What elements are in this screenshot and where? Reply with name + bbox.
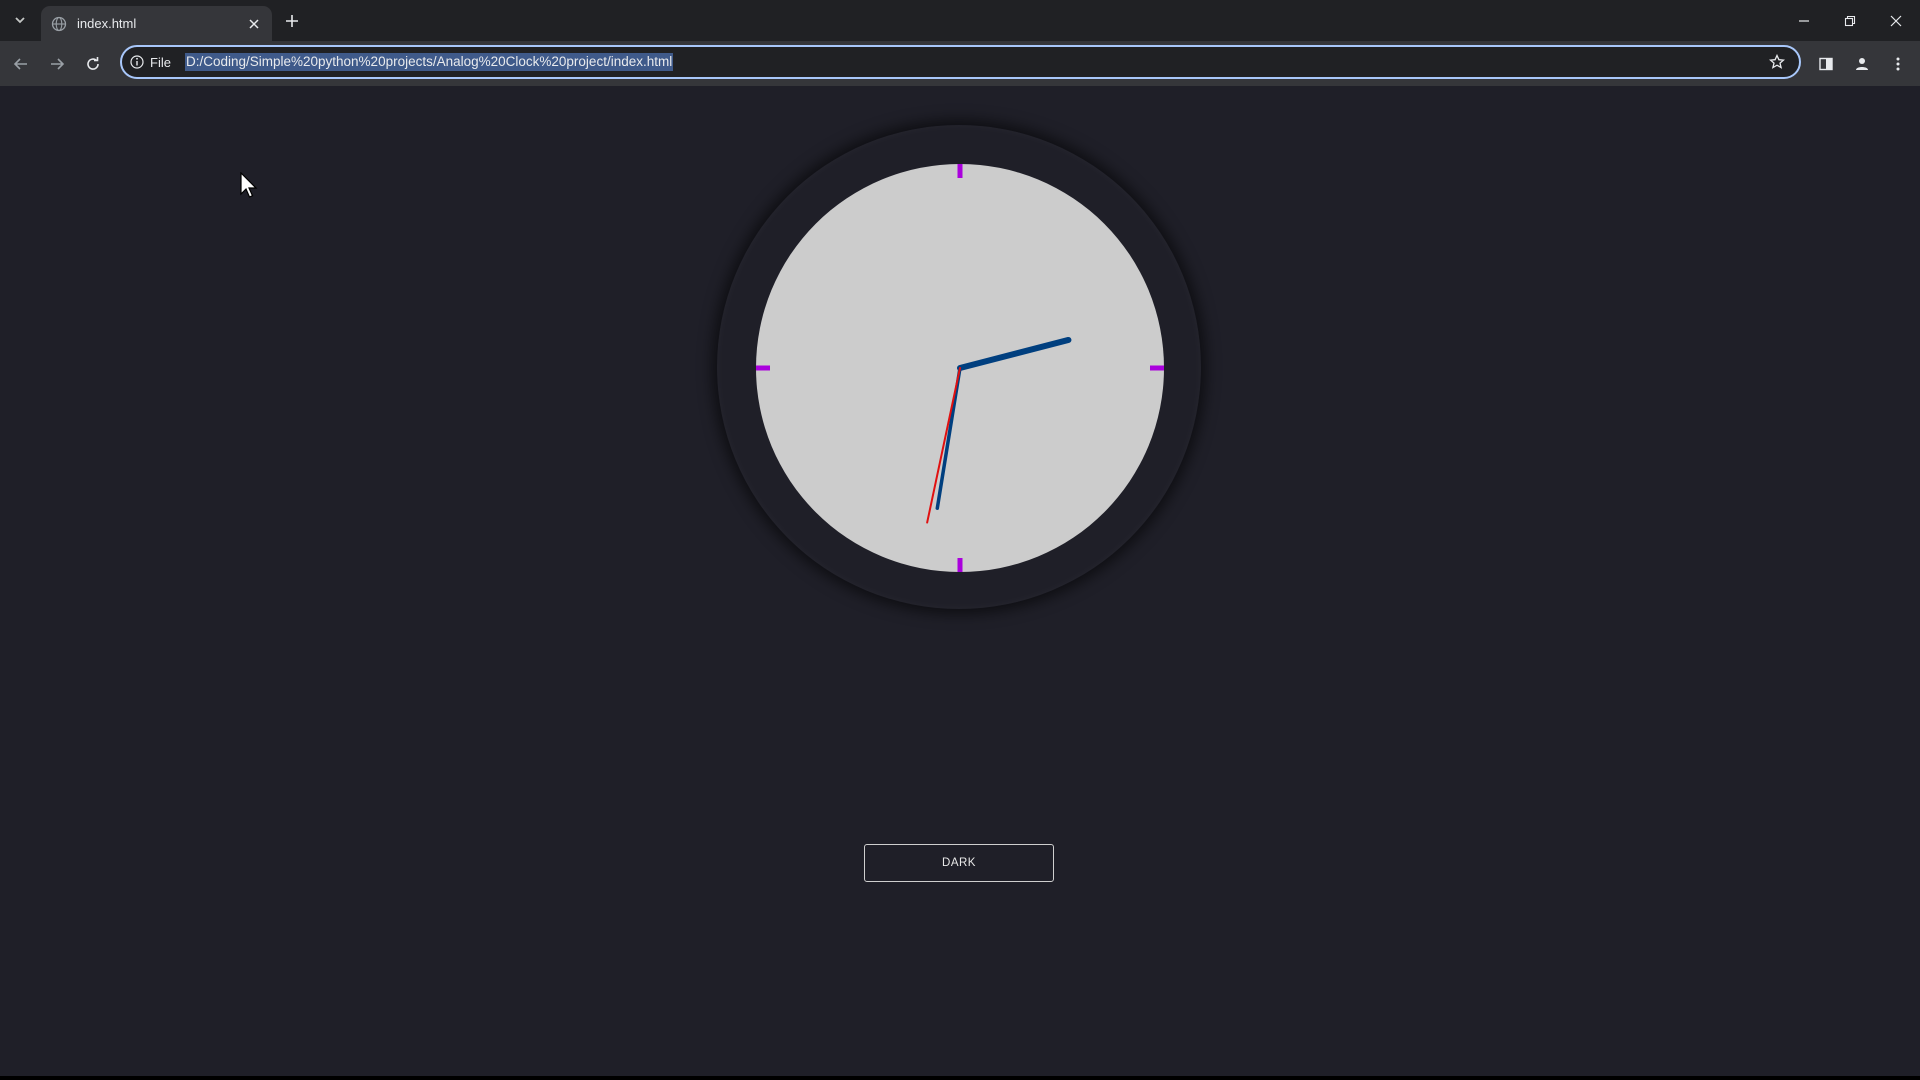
reload-icon <box>87 57 99 70</box>
kebab-menu-icon <box>1896 57 1900 71</box>
analog-clock <box>756 164 1164 572</box>
dark-mode-button[interactable]: DARK <box>864 844 1054 882</box>
info-icon[interactable] <box>130 55 144 69</box>
globe-icon <box>51 16 67 31</box>
menu-button[interactable] <box>1883 49 1913 79</box>
close-icon <box>249 18 259 29</box>
tab-active[interactable]: index.html <box>41 6 272 41</box>
minute-hand <box>935 366 962 510</box>
new-tab-button[interactable] <box>280 9 304 33</box>
tab-strip: index.html <box>0 0 1920 41</box>
tab-search-button[interactable] <box>6 7 34 33</box>
plus-icon <box>286 15 298 27</box>
url-text[interactable]: D:/Coding/Simple%20python%20projects/Ana… <box>184 53 674 71</box>
tab-title: index.html <box>77 16 137 31</box>
chevron-down-icon <box>15 17 25 24</box>
site-info-chip[interactable]: File <box>150 55 171 70</box>
close-window-button[interactable] <box>1873 0 1919 41</box>
reload-button[interactable] <box>78 49 108 79</box>
restore-icon <box>1844 15 1856 26</box>
side-panel-icon <box>1819 57 1833 71</box>
forward-button[interactable] <box>42 49 72 79</box>
close-icon <box>1890 15 1902 26</box>
hour-hand <box>957 336 1072 371</box>
side-panel-button[interactable] <box>1811 49 1841 79</box>
profile-button[interactable] <box>1847 49 1877 79</box>
minimize-icon <box>1799 19 1809 22</box>
second-hand <box>926 367 961 524</box>
arrow-right-icon <box>51 58 65 70</box>
back-button[interactable] <box>6 49 36 79</box>
bottom-edge <box>0 1076 1920 1080</box>
address-bar[interactable]: File D:/Coding/Simple%20python%20project… <box>120 45 1801 79</box>
arrow-left-icon <box>13 58 27 70</box>
browser-toolbar: File D:/Coding/Simple%20python%20project… <box>0 41 1920 86</box>
mouse-cursor-icon <box>240 172 258 198</box>
star-icon[interactable] <box>1769 54 1785 70</box>
tab-close-button[interactable] <box>244 14 264 34</box>
person-icon <box>1856 58 1868 70</box>
minimize-button[interactable] <box>1781 0 1827 41</box>
restore-button[interactable] <box>1827 0 1873 41</box>
